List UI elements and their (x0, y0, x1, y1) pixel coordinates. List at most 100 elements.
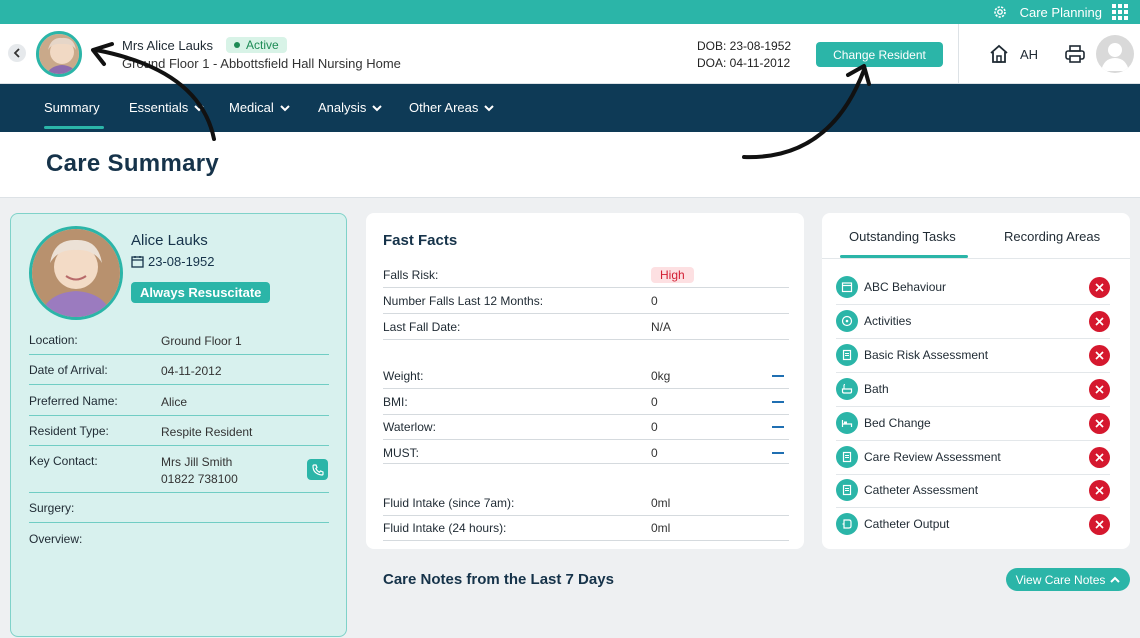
fact-row-fluid-7am: Fluid Intake (since 7am): 0ml (383, 490, 789, 516)
close-icon[interactable] (1089, 413, 1110, 434)
detail-key: Resident Type: (29, 424, 109, 438)
divider (383, 540, 789, 541)
section-divider (383, 463, 789, 465)
tab-recording-areas[interactable]: Recording Areas (1004, 229, 1100, 244)
task-row[interactable]: Bath (836, 373, 1110, 407)
close-icon[interactable] (1089, 277, 1110, 298)
fact-value: 0kg (651, 369, 671, 383)
nav-medical[interactable]: Medical (229, 100, 290, 115)
user-avatar[interactable] (1096, 35, 1134, 73)
nav-analysis[interactable]: Analysis (318, 100, 383, 115)
resident-bar: Mrs Alice Lauks Active Ground Floor 1 - … (0, 24, 1140, 84)
task-label: Basic Risk Assessment (864, 348, 989, 362)
divider (29, 492, 329, 493)
minus-icon (772, 452, 784, 454)
detail-value: 04-11-2012 (161, 364, 222, 378)
task-row[interactable]: ABC Behaviour (836, 271, 1110, 305)
status-dot-icon (234, 42, 240, 48)
task-row[interactable]: Bed Change (836, 407, 1110, 441)
view-care-notes-button[interactable]: View Care Notes (1006, 568, 1130, 591)
close-icon[interactable] (1089, 447, 1110, 468)
status-text: Active (246, 38, 279, 52)
resident-name: Mrs Alice Lauks (122, 38, 214, 53)
minus-icon (772, 401, 784, 403)
app-switcher-label[interactable]: Care Planning (1020, 5, 1102, 20)
main-nav: Summary Essentials Medical Analysis Othe… (0, 84, 1140, 132)
fact-key: Waterlow: (383, 420, 436, 434)
resident-avatar[interactable] (36, 31, 82, 77)
profile-dob: 23-08-1952 (131, 254, 215, 269)
call-button[interactable] (307, 459, 328, 480)
task-label: Care Review Assessment (864, 450, 1001, 464)
change-resident-button[interactable]: Change Resident (816, 42, 943, 67)
task-label: Bath (864, 382, 889, 396)
task-row[interactable]: Catheter Output (836, 508, 1110, 542)
fact-value: 0ml (651, 521, 671, 535)
chevron-down-icon (280, 104, 290, 111)
close-icon[interactable] (1089, 480, 1110, 501)
profile-photo (29, 226, 123, 320)
task-label: ABC Behaviour (864, 280, 947, 294)
detail-key: Date of Arrival: (29, 363, 108, 377)
task-label: Bed Change (864, 416, 931, 430)
fact-key: MUST: (383, 446, 419, 460)
grid-icon[interactable] (1112, 4, 1128, 20)
task-row[interactable]: Basic Risk Assessment (836, 339, 1110, 373)
task-row[interactable]: Activities (836, 305, 1110, 339)
tab-outstanding-tasks[interactable]: Outstanding Tasks (849, 229, 956, 244)
divider (29, 445, 329, 446)
nav-other-areas-label: Other Areas (409, 100, 479, 115)
print-icon[interactable] (1064, 44, 1086, 64)
detail-key: Surgery: (29, 501, 75, 515)
divider (383, 463, 789, 464)
nav-medical-label: Medical (229, 100, 274, 115)
nav-other-areas[interactable]: Other Areas (409, 100, 495, 115)
minus-icon (772, 426, 784, 428)
chevron-down-icon (372, 104, 383, 111)
gear-icon[interactable] (992, 4, 1008, 20)
fact-key: Falls Risk: (383, 268, 439, 282)
fast-facts-card: Fast Facts Falls Risk: Number Falls Last… (366, 213, 804, 549)
close-icon[interactable] (1089, 311, 1110, 332)
detail-value: Ground Floor 1 (161, 334, 242, 348)
home-icon[interactable] (988, 44, 1010, 64)
task-row[interactable]: Care Review Assessment (836, 441, 1110, 475)
chevron-down-icon (484, 104, 495, 111)
user-initials[interactable]: AH (1020, 47, 1038, 62)
divider (383, 339, 789, 340)
nav-essentials[interactable]: Essentials (129, 100, 204, 115)
close-icon[interactable] (1089, 379, 1110, 400)
chevron-left-icon (13, 48, 20, 58)
falls-risk-badge: High (651, 267, 694, 283)
fact-key: Fluid Intake (24 hours): (383, 521, 507, 535)
resident-dates: DOB: 23-08-1952 DOA: 04-11-2012 (697, 38, 791, 72)
nav-analysis-label: Analysis (318, 100, 367, 115)
chevron-down-icon (194, 104, 204, 111)
fact-value: 0 (651, 294, 658, 308)
fact-value: 0 (651, 420, 658, 434)
resident-location: Ground Floor 1 - Abbottsfield Hall Nursi… (122, 56, 401, 71)
detail-value: Respite Resident (161, 425, 253, 439)
divider (29, 384, 329, 385)
divider (958, 24, 959, 84)
task-label: Activities (864, 314, 912, 328)
care-notes-title: Care Notes from the Last 7 Days (383, 571, 614, 588)
divider (29, 522, 329, 523)
profile-name: Alice Lauks (131, 232, 208, 249)
fact-row-weight: Weight: 0kg (383, 363, 789, 389)
document-icon (836, 344, 858, 366)
nav-summary-label: Summary (44, 100, 100, 115)
fact-row-falls-risk: Falls Risk: (383, 262, 789, 288)
nav-summary[interactable]: Summary (44, 100, 100, 115)
fact-key: Fluid Intake (since 7am): (383, 496, 515, 510)
close-icon[interactable] (1089, 514, 1110, 535)
close-icon[interactable] (1089, 345, 1110, 366)
phone-icon (311, 463, 324, 476)
task-row[interactable]: Catheter Assessment (836, 474, 1110, 508)
fact-key: BMI: (383, 395, 408, 409)
fact-row-waterlow: Waterlow: 0 (383, 414, 789, 440)
back-button[interactable] (8, 44, 26, 62)
resident-doa: DOA: 04-11-2012 (697, 56, 791, 70)
detail-key: Overview: (29, 532, 83, 546)
divider (29, 415, 329, 416)
